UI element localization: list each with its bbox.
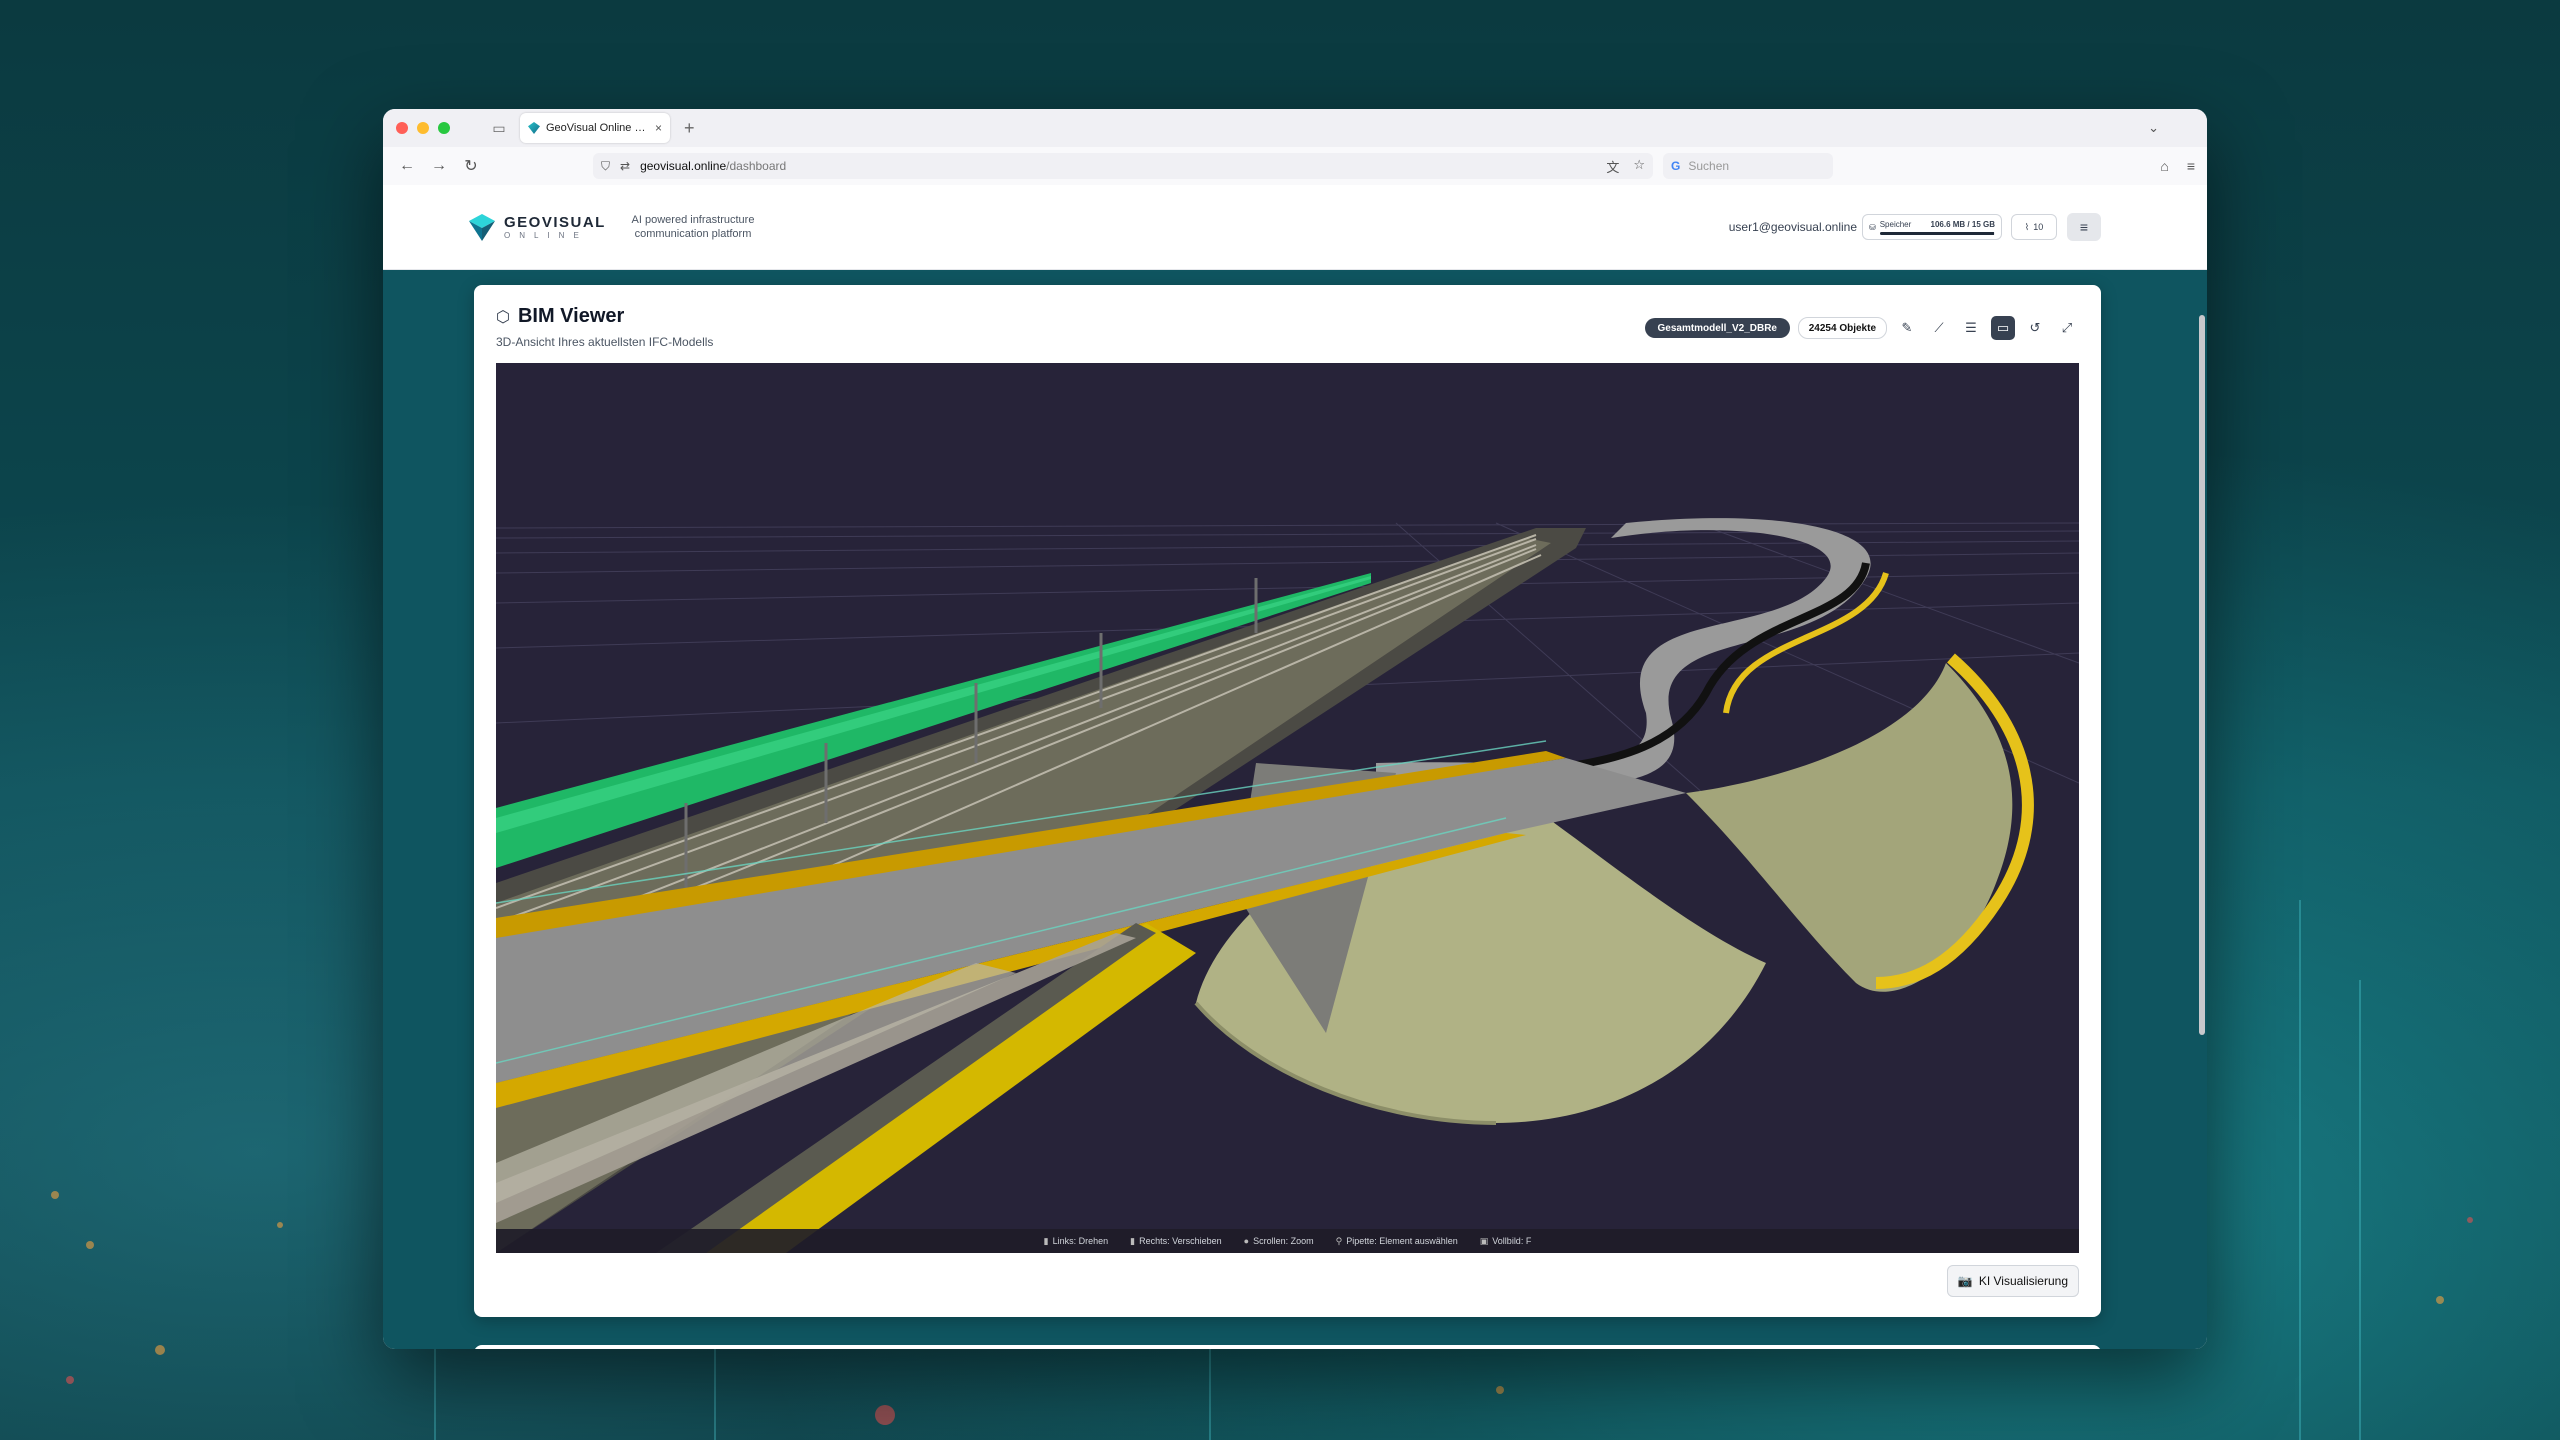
storage-value: 106.6 MB / 15 GB [1930, 219, 1995, 229]
hint-fullscreen-text: Vollbild: F [1492, 1236, 1532, 1246]
next-card [474, 1345, 2101, 1349]
hint-pipette: ⚲ Pipette: Element auswählen [1336, 1236, 1458, 1247]
geovisual-logo[interactable]: GEOVISUAL ONLINE [468, 212, 606, 242]
camera-sparkle-icon: 📷 [1957, 1274, 1973, 1288]
translate-icon[interactable]: 文 [1606, 157, 1619, 176]
storage-bar [1879, 231, 1995, 235]
page-content: GEOVISUAL ONLINE AI powered infrastructu… [383, 185, 2207, 1349]
paperclip-icon: ⌇ [2024, 221, 2030, 232]
hint-pan-text: Rechts: Verschieben [1139, 1236, 1222, 1246]
reset-view-icon[interactable]: ↺ [2023, 316, 2047, 340]
measure-icon[interactable]: ⟋ [1927, 316, 1951, 340]
storage-indicator[interactable]: ⛁ Speicher 106.6 MB / 15 GB [1862, 214, 2002, 240]
extensions-icon[interactable]: ⌂ [2160, 158, 2168, 174]
layers-icon[interactable]: ☰ [1959, 316, 1983, 340]
fullscreen-icon[interactable]: ⤢ [2055, 316, 2079, 340]
tab-close-icon[interactable]: × [655, 121, 662, 135]
card-title: BIM Viewer [517, 305, 625, 327]
mouse-left-icon: ▮ [1043, 1235, 1049, 1246]
tab-list-chevron-icon[interactable]: ⌄ [2148, 120, 2159, 136]
browser-search-input[interactable]: G Suchen [1663, 153, 1833, 179]
tab-geovisual[interactable]: GeoVisual Online – Geodaten & × [520, 113, 670, 143]
hint-zoom-text: Scrollen: Zoom [1253, 1236, 1314, 1246]
window-controls [396, 122, 450, 134]
database-icon: ⛁ [1869, 222, 1876, 232]
tagline-line2: communication platform [634, 228, 752, 240]
hint-fullscreen: ▣ Vollbild: F [1480, 1236, 1532, 1247]
fullscreen-small-icon: ▣ [1479, 1235, 1489, 1246]
cube-icon: ⬡ [496, 308, 510, 326]
magnifier-icon: ⚲ [1335, 1235, 1343, 1246]
close-window-button[interactable] [396, 122, 408, 134]
hint-pan: ▮ Rechts: Verschieben [1130, 1236, 1222, 1247]
maximize-window-button[interactable] [438, 122, 450, 134]
address-bar[interactable]: ⛉ ⇄ geovisual.online/dashboard 文 ☆ [593, 153, 1653, 179]
search-placeholder: Suchen [1688, 159, 1730, 173]
browser-window: ▭ GeoVisual Online – Geodaten & × + ⌄ ← … [383, 109, 2207, 1349]
shield-icon[interactable]: ⛉ [601, 159, 610, 174]
hint-rotate: ▮ Links: Drehen [1044, 1236, 1108, 1247]
user-email[interactable]: user1@geovisual.online [1729, 220, 1857, 234]
back-arrow-icon[interactable]: ← [395, 157, 419, 175]
page-scrollbar[interactable] [2199, 315, 2205, 1035]
tab-bar: ▭ GeoVisual Online – Geodaten & × + ⌄ [383, 109, 2207, 147]
storage-bar-fill [1879, 231, 1994, 235]
model-selector[interactable]: Gesamtmodell_V2_DBRe [1644, 318, 1790, 338]
bookmark-star-icon[interactable]: ☆ [1633, 157, 1645, 176]
menu-button[interactable]: ≡ [2067, 213, 2101, 241]
url-path: /dashboard [726, 159, 787, 173]
logo-name: GEOVISUAL [504, 214, 606, 231]
bim-model-render [496, 518, 2079, 1253]
browser-toolbar: ← → ↻ ⛉ ⇄ geovisual.online/dashboard 文 ☆… [383, 147, 2207, 186]
hint-zoom: ● Scrollen: Zoom [1244, 1236, 1314, 1246]
permissions-icon[interactable]: ⇄ [620, 159, 630, 173]
storage-label: Speicher [1879, 219, 1912, 229]
hamburger-icon: ≡ [2079, 219, 2089, 235]
pipette-icon[interactable]: ✎ [1895, 316, 1919, 340]
viewer-controls: Gesamtmodell_V2_DBRe 24254 Objekte ✎ ⟋ ☰… [1644, 316, 2079, 340]
card-subtitle: 3D-Ansicht Ihres aktuellsten IFC-Modells [496, 335, 714, 349]
geovisual-logo-icon [469, 214, 495, 241]
attachment-count: 10 [2033, 222, 2044, 232]
mouse-right-icon: ▮ [1130, 1235, 1136, 1246]
google-icon[interactable]: G [1671, 159, 1680, 173]
scroll-icon: ● [1243, 1236, 1250, 1246]
ki-button-label: KI Visualisierung [1978, 1274, 2068, 1288]
logo-sub: ONLINE [504, 231, 588, 240]
bim-viewer-card: ⬡ BIM Viewer 3D-Ansicht Ihres aktuellste… [474, 285, 2101, 1317]
object-count-badge: 24254 Objekte [1797, 317, 1887, 339]
geovisual-favicon-icon [528, 122, 540, 134]
tagline-line1: AI powered infrastructure [631, 214, 755, 226]
tagline: AI powered infrastructure communication … [618, 213, 768, 241]
view-mode-icon[interactable]: ▭ [1991, 316, 2015, 340]
tab-groups-icon[interactable]: ▭ [490, 119, 508, 137]
tab-title: GeoVisual Online – Geodaten & [546, 122, 649, 134]
new-tab-button[interactable]: + [684, 118, 695, 139]
minimize-window-button[interactable] [417, 122, 429, 134]
browser-menu-icon[interactable]: ≡ [2187, 158, 2195, 174]
3d-viewport[interactable]: ▮ Links: Drehen ▮ Rechts: Verschieben ● Scr… [496, 363, 2079, 1253]
reload-icon[interactable]: ↻ [459, 156, 483, 176]
hint-rotate-text: Links: Drehen [1052, 1236, 1109, 1246]
viewer-hint-bar: ▮ Links: Drehen ▮ Rechts: Verschieben ● Scr… [496, 1229, 2079, 1253]
hint-pipette-text: Pipette: Element auswählen [1346, 1236, 1458, 1246]
forward-arrow-icon[interactable]: → [427, 157, 451, 175]
app-header: GEOVISUAL ONLINE AI powered infrastructu… [383, 185, 2207, 270]
attachment-count-badge[interactable]: ⌇ 10 [2011, 214, 2057, 240]
url-host: geovisual.online [640, 159, 727, 173]
ki-visualisierung-button[interactable]: 📷 KI Visualisierung [1946, 1265, 2079, 1297]
